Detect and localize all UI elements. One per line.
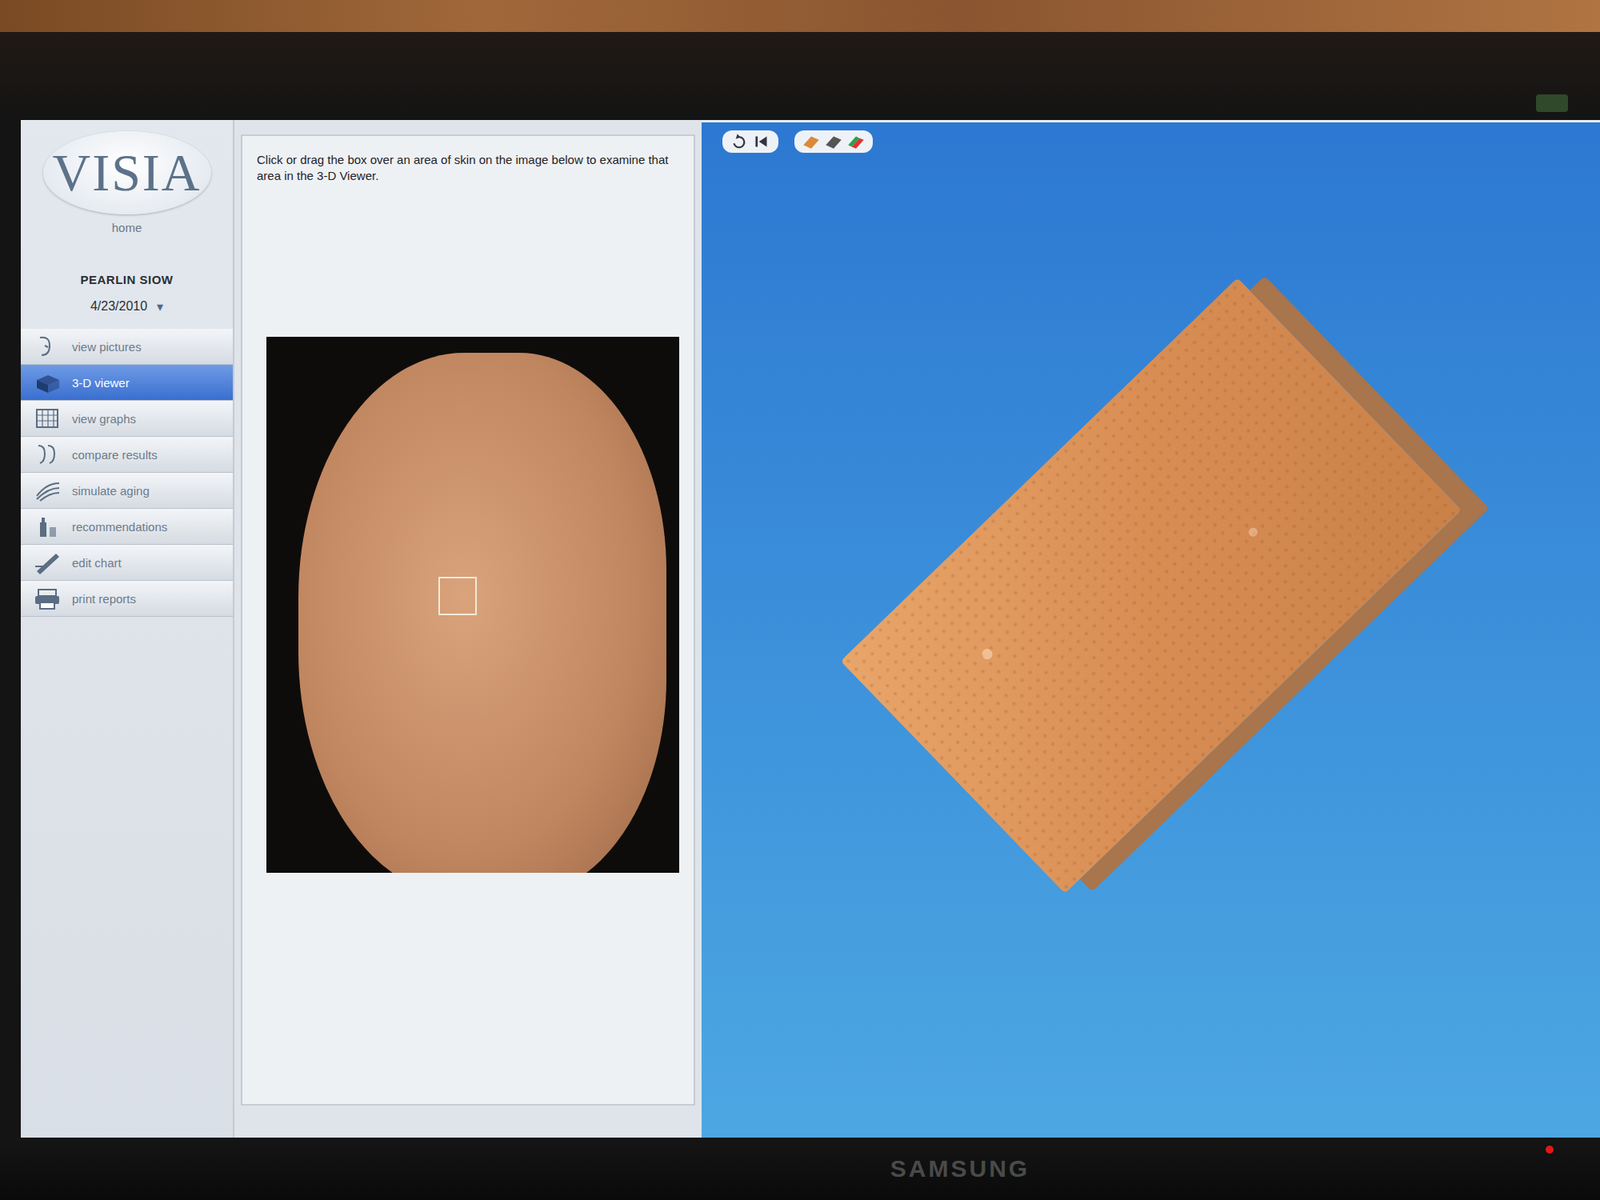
surface-canvas [701, 160, 1600, 1138]
view-controls [722, 130, 779, 153]
dropdown-arrow[interactable]: ▾ [156, 299, 164, 315]
power-led-icon [1545, 1145, 1554, 1154]
main-menu: view pictures3-D viewerview graphscompar… [20, 328, 233, 617]
monitor-badge-icon [1536, 94, 1568, 112]
client-name: PEARLIN SIOW [80, 272, 173, 287]
image-panel: Click or drag the box over an area of sk… [234, 120, 702, 1138]
render-modes [794, 130, 873, 153]
faces-icon [33, 442, 63, 467]
menu-item[interactable]: print reports [20, 580, 233, 617]
grey-surface-mode-icon[interactable] [823, 132, 844, 151]
menu-item[interactable]: view graphs [20, 400, 233, 437]
wooden-shelf [0, 0, 1600, 32]
monitor-top-bezel [0, 32, 1600, 120]
cube-icon [33, 370, 63, 395]
menu-item[interactable]: simulate aging [20, 472, 233, 509]
menu-item[interactable]: view pictures [20, 328, 233, 365]
session-date-select[interactable]: 4/23/2010 ▾ [90, 299, 164, 315]
face-icon [33, 334, 63, 359]
skin-texture-mode-icon[interactable] [800, 132, 822, 151]
monitor: VISIA home PEARLIN SIOW 4/23/2010 ▾ view pict… [0, 32, 1600, 1200]
3d-viewer[interactable] [701, 120, 1600, 1138]
rotate-icon[interactable] [728, 132, 750, 151]
image-panel-inner: Click or drag the box over an area of sk… [240, 134, 696, 1106]
monitor-brand: SAMSUNG [890, 1155, 1030, 1183]
menu-item[interactable]: 3-D viewer [20, 364, 233, 401]
sidebar: VISIA home PEARLIN SIOW 4/23/2010 ▾ view pict… [20, 120, 235, 1138]
visia-logo[interactable]: VISIA [43, 131, 212, 215]
face-photo[interactable] [266, 336, 680, 873]
printer-icon [33, 586, 63, 611]
viewer-toolbar [701, 122, 1600, 161]
menu-item[interactable]: compare results [20, 436, 233, 473]
menu-item[interactable]: edit chart [20, 544, 233, 581]
grid-icon [33, 406, 63, 431]
monitor-bottom-bezel: SAMSUNG [0, 1137, 1600, 1200]
reset-icon[interactable] [751, 132, 772, 151]
monitor-left-bezel [0, 120, 21, 1138]
waves-icon [33, 478, 63, 503]
bottle-icon [33, 514, 63, 539]
photo-scene: VISIA home PEARLIN SIOW 4/23/2010 ▾ view pict… [0, 0, 1600, 1200]
instruction-text: Click or drag the box over an area of sk… [256, 152, 680, 185]
menu-item[interactable]: recommendations [20, 508, 233, 545]
screen: VISIA home PEARLIN SIOW 4/23/2010 ▾ view pict… [20, 120, 1600, 1138]
color-map-mode-icon[interactable] [845, 132, 867, 151]
home-link[interactable]: home [112, 220, 143, 235]
selection-box[interactable] [438, 576, 477, 616]
skin-surface-3d[interactable] [840, 277, 1462, 894]
pen-icon [33, 550, 63, 575]
session-date: 4/23/2010 [90, 299, 148, 315]
face-shape [298, 352, 667, 873]
